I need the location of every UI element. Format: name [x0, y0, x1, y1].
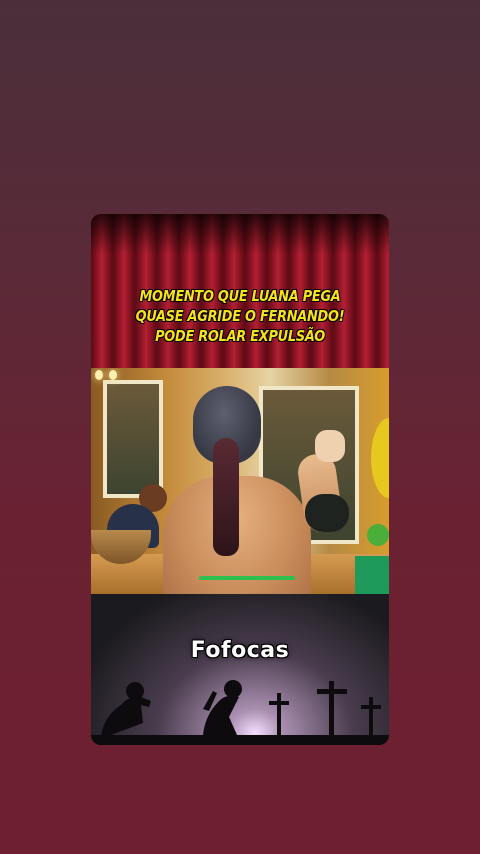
headline-caption: MOMENTO QUE LUANA PEGA QUASE AGRIDE O FE…: [112, 286, 368, 346]
footer-title: Fofocas: [190, 638, 290, 663]
main-person-fist: [315, 430, 345, 462]
headline-line-1: MOMENTO QUE LUANA PEGA: [139, 287, 341, 305]
cross-icon: [269, 681, 381, 737]
decor-green-block: [355, 556, 389, 594]
decor-green-ball: [367, 524, 389, 546]
lamp-icon: [95, 370, 103, 380]
fofocas-banner: Fofocas: [91, 594, 389, 745]
video-frame[interactable]: [91, 368, 389, 594]
ponytail: [213, 438, 239, 556]
decor-yellow-disc: [371, 418, 389, 498]
headline-line-3: PODE ROLAR EXPULSÃO: [155, 327, 325, 345]
arm-sleeve: [305, 494, 349, 532]
praying-silhouette-icon: [91, 680, 389, 745]
swimsuit-strap: [199, 576, 295, 580]
curtain-banner: MOMENTO QUE LUANA PEGA QUASE AGRIDE O FE…: [91, 214, 389, 368]
lamp-icon: [109, 370, 117, 380]
story-post-card[interactable]: MOMENTO QUE LUANA PEGA QUASE AGRIDE O FE…: [91, 214, 389, 745]
mirror-left: [103, 380, 163, 498]
headline-line-2: QUASE AGRIDE O FERNANDO!: [135, 307, 345, 325]
